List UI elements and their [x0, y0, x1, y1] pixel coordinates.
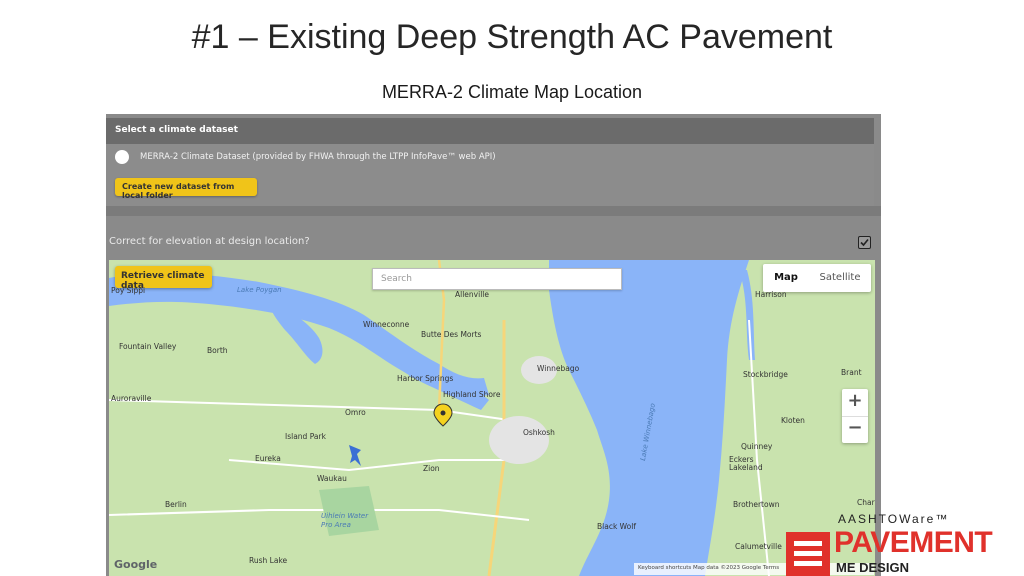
label-omro: Omro — [345, 408, 366, 417]
merra2-option-label: MERRA-2 Climate Dataset (provided by FHW… — [140, 152, 496, 162]
logo-pavement-text: PAVEMENT — [834, 526, 993, 559]
label-auroraville: Auroraville — [111, 394, 152, 403]
label-harrison: Harrison — [755, 290, 787, 299]
label-fountain-valley: Fountain Valley — [119, 342, 177, 351]
label-uihlein: Uihlein Water Pro Area — [321, 512, 369, 529]
create-dataset-button[interactable]: Create new dataset from local folder — [115, 178, 257, 200]
label-highland-shore: Highland Shore — [443, 390, 501, 399]
label-island-park: Island Park — [285, 432, 326, 441]
east-lake — [739, 270, 755, 360]
label-kloten: Kloten — [781, 416, 805, 425]
label-zion: Zion — [423, 464, 440, 473]
map-type-satellite-button[interactable]: Satellite — [809, 264, 871, 292]
aashtoware-pavement-logo: AASHTOWare™ PAVEMENT ME DESIGN — [786, 512, 1024, 576]
label-poy-sippi: Poy Sippi — [111, 286, 146, 295]
label-quinney: Quinney — [741, 442, 773, 451]
logo-aashto-text: AASHTOWare™ — [838, 512, 950, 526]
label-rush-lake: Rush Lake — [249, 556, 288, 565]
dataset-panel: MERRA-2 Climate Dataset (provided by FHW… — [106, 144, 874, 206]
google-logo: Google — [114, 558, 158, 571]
dataset-panel-header: Select a climate dataset — [106, 118, 874, 144]
slide-subtitle: MERRA-2 Climate Map Location — [381, 82, 643, 102]
label-black-wolf: Black Wolf — [597, 522, 636, 531]
climate-app-screenshot: Select a climate dataset MERRA-2 Climate… — [106, 114, 881, 576]
label-allenville: Allenville — [455, 290, 489, 299]
label-calumetville: Calumetville — [735, 542, 782, 551]
label-eckers-lakeland: Eckers Lakeland — [729, 455, 763, 472]
label-oshkosh: Oshkosh — [523, 428, 555, 437]
logo-me-design-text: ME DESIGN — [836, 560, 909, 575]
location-map[interactable]: Retrieve climate data Search Map Satelli… — [109, 260, 875, 576]
label-borth: Borth — [207, 346, 228, 355]
map-search-input[interactable]: Search — [372, 268, 622, 290]
pushpin-icon — [349, 445, 361, 466]
checkmark-icon — [860, 238, 869, 247]
elevation-row: Correct for elevation at design location… — [106, 216, 881, 258]
label-stockbridge: Stockbridge — [743, 370, 788, 379]
elevation-checkbox[interactable] — [858, 236, 871, 249]
merra2-radio[interactable] — [115, 150, 129, 164]
label-char: Char — [857, 498, 875, 507]
zoom-out-button[interactable]: − — [842, 416, 868, 443]
oshkosh-area — [489, 416, 549, 464]
panel-divider — [106, 206, 881, 216]
map-basemap — [109, 260, 770, 576]
map-type-map-button[interactable]: Map — [763, 264, 809, 292]
label-brant: Brant — [841, 368, 862, 377]
label-waukau: Waukau — [317, 474, 347, 483]
label-winneconne: Winneconne — [363, 320, 410, 329]
road-south — [109, 509, 530, 521]
slide-title: #1 – Existing Deep Strength AC Pavement — [191, 18, 833, 56]
label-brothertown: Brothertown — [733, 500, 780, 509]
zoom-in-button[interactable]: + — [842, 390, 868, 417]
zoom-control: + − — [842, 389, 868, 443]
label-butte-des-morts: Butte Des Morts — [421, 330, 482, 339]
logo-mark-icon — [786, 532, 830, 576]
label-lake-poygan: Lake Poygan — [237, 286, 282, 294]
label-berlin: Berlin — [165, 500, 187, 509]
map-type-toggle: Map Satellite — [763, 264, 871, 292]
label-eureka: Eureka — [255, 454, 281, 463]
slide: #1 – Existing Deep Strength AC Pavement … — [0, 0, 1024, 576]
label-winnebago: Winnebago — [537, 364, 580, 373]
elevation-label: Correct for elevation at design location… — [109, 236, 310, 247]
location-pin-dot — [440, 410, 446, 416]
label-harbor-springs: Harbor Springs — [397, 374, 454, 383]
retrieve-climate-data-button[interactable]: Retrieve climate data — [115, 266, 212, 291]
